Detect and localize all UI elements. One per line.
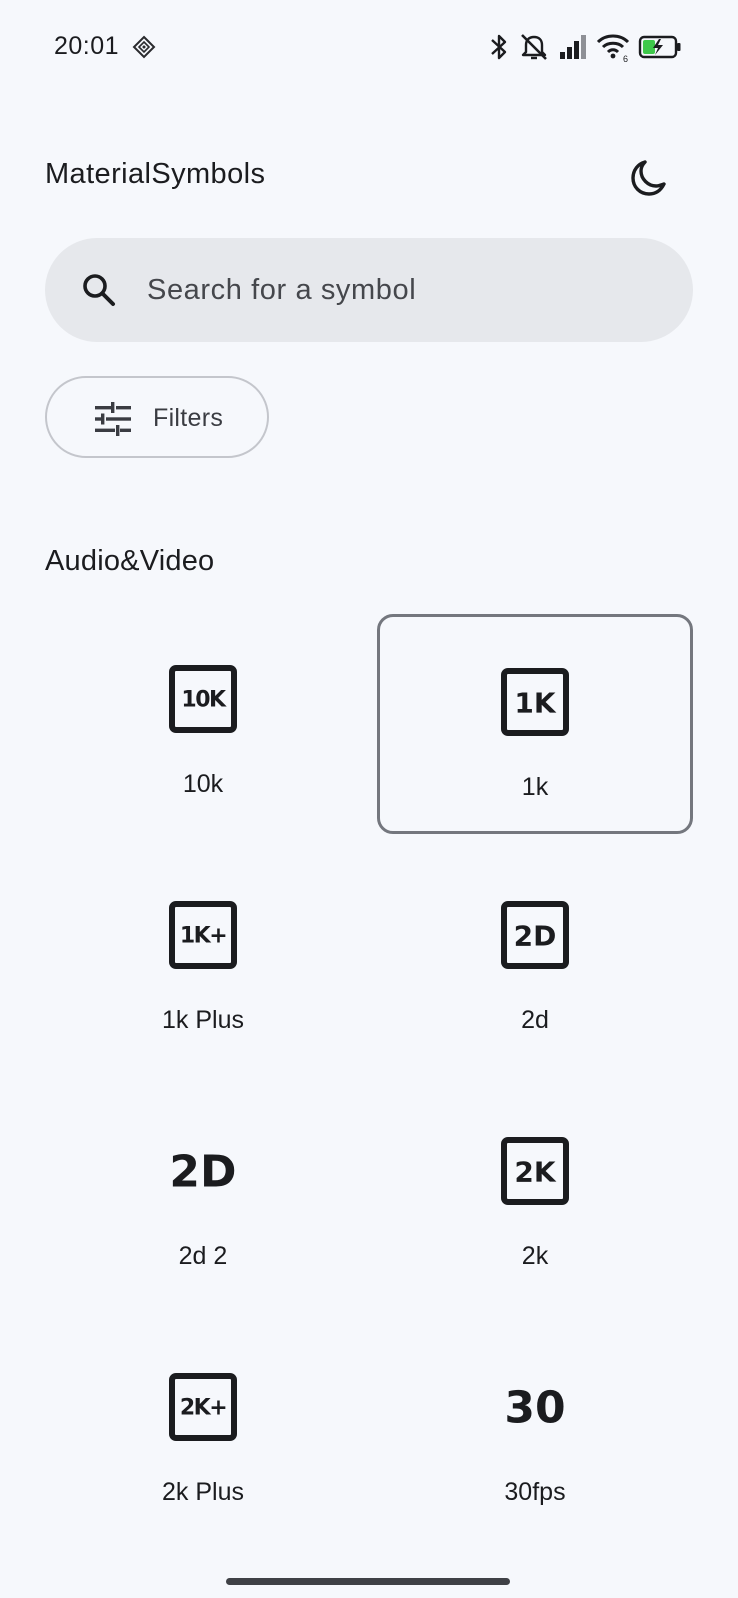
symbol-tile[interactable]: 2K+ 2k Plus xyxy=(45,1322,361,1542)
icon-glyph: 30 xyxy=(504,1383,565,1434)
2k-icon: 2K xyxy=(501,1137,569,1205)
symbol-tile[interactable]: 1K+ 1k Plus xyxy=(45,850,361,1070)
status-time: 20:01 xyxy=(54,32,120,60)
symbol-label: 2k Plus xyxy=(162,1478,244,1506)
icon-glyph: 2K xyxy=(514,1156,556,1189)
1k-icon: 1K xyxy=(501,668,569,736)
icon-glyph: 1K xyxy=(514,687,556,720)
search-input[interactable] xyxy=(143,238,667,342)
symbol-tile[interactable]: 2D 2d 2 xyxy=(45,1086,361,1306)
home-indicator[interactable] xyxy=(226,1578,510,1585)
symbol-label: 1k Plus xyxy=(162,1006,244,1034)
icon-glyph: 2K+ xyxy=(180,1396,226,1421)
filters-label: Filters xyxy=(153,404,224,432)
symbol-tile[interactable]: 1K 1k xyxy=(377,614,693,834)
symbol-label: 2d 2 xyxy=(178,1242,228,1270)
30fps-icon: 30 xyxy=(504,1383,565,1434)
battery-charging-icon xyxy=(638,34,682,60)
symbol-label: 2k xyxy=(521,1242,549,1270)
2d-icon: 2D xyxy=(501,901,569,969)
symbol-tile[interactable]: 10K 10k xyxy=(45,614,361,834)
10k-icon: 10K xyxy=(169,665,237,733)
icon-glyph: 2D xyxy=(514,920,557,953)
symbol-label: 10k xyxy=(182,770,224,798)
symbol-tile[interactable]: 2D 2d xyxy=(377,850,693,1070)
svg-text:6: 6 xyxy=(623,54,628,62)
2k-plus-icon: 2K+ xyxy=(169,1373,237,1441)
2d-2-icon: 2D xyxy=(169,1147,236,1198)
tune-icon xyxy=(95,402,131,436)
search-icon xyxy=(79,270,119,310)
mute-icon xyxy=(518,32,550,62)
bluetooth-icon xyxy=(488,32,510,62)
icon-glyph: 10K xyxy=(181,688,227,713)
search-bar[interactable] xyxy=(45,238,693,342)
icon-glyph: 2D xyxy=(169,1147,236,1198)
filters-button[interactable]: Filters xyxy=(45,376,269,458)
symbol-label: 2d xyxy=(521,1006,549,1034)
1k-plus-icon: 1K+ xyxy=(169,901,237,969)
symbol-tile[interactable]: 2K 2k xyxy=(377,1086,693,1306)
symbol-label: 30fps xyxy=(504,1478,566,1506)
icon-glyph: 1K+ xyxy=(180,924,226,949)
status-icons: 6 xyxy=(488,30,682,64)
wifi-icon: 6 xyxy=(596,32,630,62)
section-title: Audio&Video xyxy=(45,545,215,577)
gemini-diamond-icon xyxy=(132,35,156,59)
symbol-tile[interactable]: 30 30fps xyxy=(377,1322,693,1542)
status-bar: 20:01 6 xyxy=(0,0,738,96)
symbol-label: 1k xyxy=(521,773,549,801)
app-title: MaterialSymbols xyxy=(45,158,266,190)
dark-mode-moon-icon xyxy=(631,160,666,196)
signal-icon xyxy=(558,32,588,62)
theme-toggle-button[interactable] xyxy=(622,152,674,204)
